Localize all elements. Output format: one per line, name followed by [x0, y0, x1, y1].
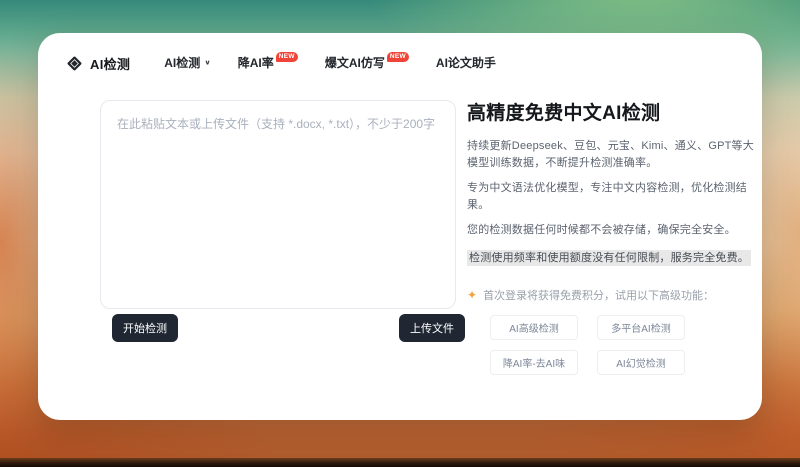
feature-hallucination-detection[interactable]: AI幻觉检测: [597, 350, 685, 376]
text-input[interactable]: [100, 100, 456, 309]
logo-text: AI检测: [90, 56, 131, 72]
nav-item-ai-paper-assistant[interactable]: AI论文助手: [436, 56, 496, 70]
feature-advanced-detection[interactable]: AI高级检测: [490, 315, 578, 341]
nav-item-ai-detect[interactable]: AI检测 ∨: [164, 56, 211, 70]
promo-line: ✦ 首次登录将获得免费积分，试用以下高级功能：: [467, 287, 765, 303]
feature-multiplatform-detection[interactable]: 多平台AI检测: [597, 315, 685, 341]
nav-item-label: 爆文AI仿写: [324, 55, 385, 70]
nav-item-label: AI论文助手: [435, 55, 496, 70]
bottom-strip: [0, 458, 800, 467]
chevron-down-icon: ∨: [204, 59, 211, 67]
navbar: AI检测 AI检测 ∨ 降AI率 NEW 爆文AI仿写 NEW AI论文助手: [66, 51, 734, 74]
upload-file-button[interactable]: 上传文件: [399, 314, 465, 342]
logo-diamond-icon: [66, 55, 83, 72]
page-title: 高精度免费中文AI检测: [467, 103, 661, 124]
new-badge: NEW: [275, 51, 298, 62]
info-panel: 高精度免费中文AI检测 持续更新Deepseek、豆包、元宝、Kimi、通义、G…: [467, 98, 765, 376]
feature-buttons: AI高级检测 多平台AI检测 降AI率-去AI味 AI幻觉检测: [490, 315, 685, 376]
promo-text: 首次登录将获得免费积分，试用以下高级功能：: [483, 290, 715, 303]
description-models: 持续更新Deepseek、豆包、元宝、Kimi、通义、GPT等大模型训练数据，不…: [467, 140, 754, 169]
nav-item-viral-rewrite[interactable]: 爆文AI仿写 NEW: [324, 51, 409, 70]
nav-menu: AI检测 ∨ 降AI率 NEW 爆文AI仿写 NEW AI论文助手: [164, 51, 496, 70]
description-chinese-optimized: 专为中文语法优化模型，专注中文内容检测，优化检测结果。: [467, 182, 747, 211]
description-privacy: 您的检测数据任何时候都不会被存储，确保完全安全。: [467, 224, 736, 236]
feature-reduce-ai-flavor[interactable]: 降AI率-去AI味: [490, 350, 578, 376]
sparkle-icon: ✦: [467, 288, 478, 303]
main-card: AI检测 AI检测 ∨ 降AI率 NEW 爆文AI仿写 NEW AI论文助手 开…: [38, 33, 762, 420]
start-detection-button[interactable]: 开始检测: [112, 314, 178, 342]
new-badge: NEW: [386, 51, 409, 62]
nav-item-label: 降AI率: [237, 55, 274, 70]
nav-item-label: AI检测: [164, 55, 201, 70]
free-service-note: 检测使用频率和使用额度没有任何限制，服务完全免费。: [467, 249, 751, 266]
logo[interactable]: AI检测: [66, 54, 130, 73]
nav-item-reduce-ai-rate[interactable]: 降AI率 NEW: [237, 51, 298, 70]
